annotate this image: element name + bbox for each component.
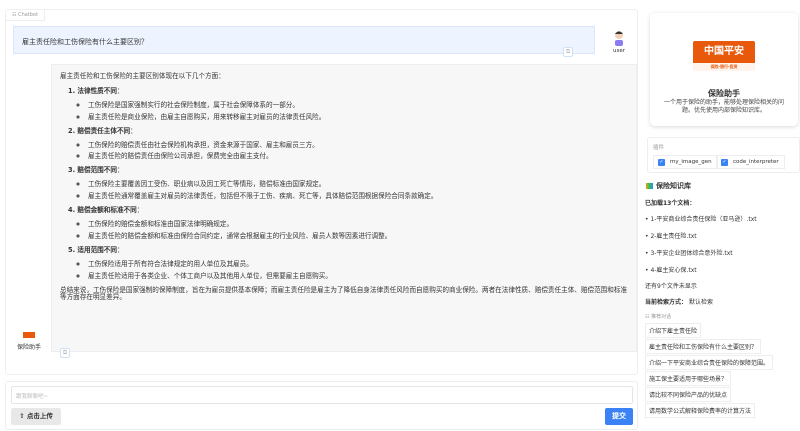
chatbot-label: ☷ Chatbot [6,10,45,21]
doc-item: • 1-平安商业综合责任保险（亚马逊）.txt [645,216,757,223]
pingan-logo-icon [23,332,35,338]
answer-section: 4. 赔偿金额和标准不同：工伤保险的赔偿金额和标准由国家法律明确规定。雇主责任险… [68,206,628,241]
user-message: 雇主责任险和工伤保险有什么主要区别？ ⧉ [13,26,595,57]
pingan-logo: 中国平安 保险·银行·投资 [693,41,755,71]
section-point: 工伤保险主要覆盖因工受伤、职业病以及因工死亡等情形，赔偿标准由国家规定。 [88,180,628,189]
knowledge-title: 保险知识库 [646,181,691,191]
suggestion-chip[interactable]: 施工保主要适用于哪些场景？ [645,371,732,386]
more-docs-note: 还有9个文件未显示 [645,283,697,290]
section-point: 雇主责任险的赔偿金额和标准由保险合同约定，通常会根据雇主的行业风险、雇员人数等因… [88,232,628,241]
bot-avatar: 保险助手 [14,332,44,351]
assistant-card: 中国平安 保险·银行·投资 保险助手 一个用于保险的助手，能够处理保险相关的问题。… [650,13,798,126]
plugin-checkbox-code-interpreter[interactable]: ✓ code_interpreter [716,155,785,169]
suggestion-chip[interactable]: 请比较不同保险产品的优缺点 [645,387,732,402]
section-point: 工伤保险是国家强制实行的社会保险制度，属于社会保障体系的一部分。 [88,101,628,110]
suggestions-label: ☷ 推荐对话 [645,314,672,320]
copy-icon[interactable]: ⧉ [60,348,70,358]
answer-section: 3. 赔偿范围不同：工伤保险主要覆盖因工受伤、职业病以及因工死亡等情形，赔偿标准… [68,166,628,201]
section-title: 2. 赔偿责任主体不同 [68,126,131,135]
plugin-checkbox-my-image-gen[interactable]: ✓ my_image_gen [653,155,718,169]
plugins-panel: 插件 ✓ my_image_gen ✓ code_interpreter [647,137,800,173]
doc-item: • 4-雇主安心保.txt [645,267,697,274]
answer-section: 1. 法律性质不同：工伤保险是国家强制实行的社会保险制度，属于社会保障体系的一部… [68,86,628,122]
section-point: 雇主责任险通常覆盖雇主对雇员的法律责任，包括但不限于工伤、疾病、死亡等，具体赔偿… [88,192,628,201]
copy-icon[interactable]: ⧉ [563,47,573,57]
section-point: 雇主责任险是商业保险，由雇主自愿购买，用来转移雇主对雇员的法律责任风险。 [88,113,628,122]
submit-button[interactable]: 提交 [605,408,633,425]
section-point: 工伤保险的赔偿责任由社会保险机构承担，资金来源于国家、雇主和雇员三方。 [88,141,628,150]
section-point: 工伤保险的赔偿金额和标准由国家法律明确规定。 [88,220,628,229]
chatbot-panel: ☷ Chatbot 雇主责任险和工伤保险有什么主要区别？ ⧉ user 雇主责任… [5,9,638,375]
section-title: 3. 赔偿范围不同 [68,166,117,175]
suggestion-chip[interactable]: 雇主责任险和工伤保险有什么主要区别？ [645,339,762,354]
books-icon [646,183,653,189]
bot-message: 雇主责任险和工伤保险的主要区别体现在以下几个方面： 1. 法律性质不同：工伤保险… [51,64,637,358]
retrieval-mode: 当前检索方式： 默认检索 [645,299,713,306]
section-point: 雇主责任险的赔偿责任由保险公司承担，保费完全由雇主支付。 [88,153,628,161]
user-avatar: user [609,30,629,54]
doc-item: • 2-雇主责任险.txt [645,233,697,240]
answer-sections: 1. 法律性质不同：工伤保险是国家强制实行的社会保险制度，属于社会保障体系的一部… [68,86,628,281]
section-point: 雇主责任险适用于各类企业、个体工商户以及其他用人单位，但需要雇主自愿购买。 [88,272,628,281]
doc-item: • 3-平安企业团体综合意外险.txt [645,250,733,257]
section-title: 5. 适用范围不同 [68,245,117,254]
checkbox-checked-icon: ✓ [721,159,728,166]
suggestion-chip[interactable]: 介绍下雇主责任险 [645,323,702,338]
checkbox-checked-icon: ✓ [658,159,665,166]
user-avatar-icon [615,31,623,46]
upload-button[interactable]: ⇧ 点击上传 [11,408,61,425]
suggestion-chip[interactable]: 请用数学公式解释保险费率的计算方法 [645,403,756,418]
message-input[interactable]: 跟我聊聊吧~ [11,386,633,404]
section-title: 1. 法律性质不同 [68,86,117,95]
loaded-docs-label: 已加载13个文档： [645,200,696,207]
suggestion-chip[interactable]: 介绍一下平安商业综合责任保险的保障范围。 [645,355,774,370]
section-title: 4. 赔偿金额和标准不同 [68,206,137,215]
answer-section: 5. 适用范围不同：工伤保险适用于所有符合法律规定的用人单位及其雇员。雇主责任险… [68,245,628,281]
answer-section: 2. 赔偿责任主体不同：工伤保险的赔偿责任由社会保险机构承担，资金来源于国家、雇… [68,126,628,162]
assistant-description: 一个用于保险的助手，能够处理保险相关的问题。优先使用内部保险知识库。 [663,99,784,114]
section-point: 工伤保险适用于所有符合法律规定的用人单位及其雇员。 [88,260,628,269]
assistant-title: 保险助手 [708,89,740,98]
input-panel: 跟我聊聊吧~ ⇧ 点击上传 提交 [5,381,638,430]
